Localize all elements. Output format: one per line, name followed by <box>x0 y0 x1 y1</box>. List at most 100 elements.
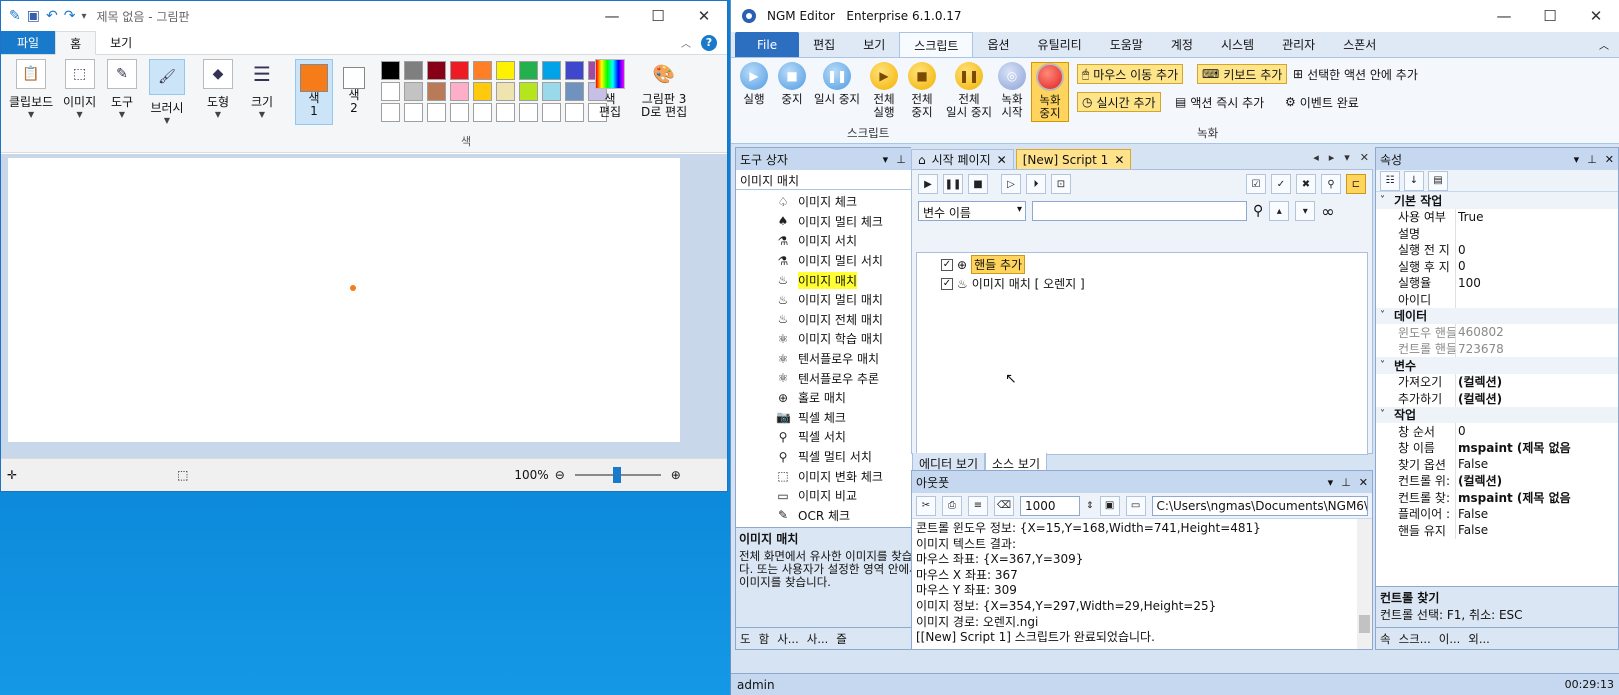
properties-tab-1[interactable]: 스크... <box>1399 631 1431 647</box>
property-row[interactable]: 컨트롤 찾: mspaint (제목 없음 <box>1376 489 1618 506</box>
property-row[interactable]: 핸들 유지 False <box>1376 522 1618 539</box>
toolbox-item[interactable]: ▭ 이미지 비교 <box>736 486 912 506</box>
search-icon[interactable]: ⚲ <box>1253 203 1263 219</box>
panel-dropdown-icon[interactable]: ▾ <box>1574 153 1580 166</box>
property-value[interactable]: (컬렉션) <box>1456 373 1618 390</box>
close-button[interactable]: ✕ <box>681 1 727 31</box>
property-value[interactable]: mspaint (제목 없음 <box>1456 489 1618 506</box>
menu-sponsor[interactable]: 스폰서 <box>1329 32 1390 57</box>
toolbox-item[interactable]: ⚲ 픽셀 서치 <box>736 427 912 447</box>
color-swatch[interactable] <box>496 82 515 101</box>
tree-checkbox[interactable]: ✓ <box>941 258 953 271</box>
minimize-button[interactable]: — <box>589 1 635 31</box>
property-value[interactable]: 723678 <box>1456 342 1618 356</box>
property-row[interactable]: 창 순서 0 <box>1376 423 1618 440</box>
move-up-icon[interactable]: ▴ <box>1269 201 1290 221</box>
property-value[interactable]: False <box>1456 523 1618 537</box>
color-swatch[interactable] <box>542 82 561 101</box>
toolbox-item[interactable]: ⊕ 홀로 매치 <box>736 388 912 408</box>
color-swatch[interactable] <box>565 61 584 80</box>
ngm-close-button[interactable]: ✕ <box>1573 0 1619 32</box>
color1-button[interactable]: 색 1 <box>295 59 333 125</box>
toolbox-tab-2[interactable]: 사... <box>777 631 799 647</box>
tab-start-page[interactable]: ⌂ 시작 페이지 ✕ <box>911 149 1014 169</box>
variable-select[interactable]: 변수 이름 <box>918 201 1026 221</box>
paint3d-button[interactable]: 🎨 그림판 3 D로 편집 <box>641 59 687 119</box>
color-swatch[interactable] <box>565 82 584 101</box>
toolbox-item[interactable]: ⚛ 이미지 학습 매치 <box>736 329 912 349</box>
menu-view[interactable]: 보기 <box>849 32 899 57</box>
move-down-icon[interactable]: ▾ <box>1295 201 1316 221</box>
color-swatch[interactable] <box>542 61 561 80</box>
zoom-out-icon[interactable]: ⊖ <box>555 468 565 482</box>
alphabetical-icon[interactable]: ↓ <box>1404 170 1424 191</box>
pause-all-button[interactable]: ❚❚ 전체 일시 중지 <box>941 62 997 119</box>
color-swatch[interactable] <box>565 103 584 122</box>
color-swatch[interactable] <box>381 82 400 101</box>
edit-colors-button[interactable]: 색 편집 <box>595 59 625 119</box>
eraser-icon[interactable]: ⌫ <box>994 495 1014 516</box>
menu-file[interactable]: File <box>735 32 800 57</box>
property-value[interactable]: True <box>1456 210 1618 224</box>
menu-system[interactable]: 시스템 <box>1207 32 1268 57</box>
color-swatch[interactable] <box>381 103 400 122</box>
property-value[interactable]: 0 <box>1456 259 1618 273</box>
property-value[interactable]: (컬렉션) <box>1456 390 1618 407</box>
color-swatch[interactable] <box>404 103 423 122</box>
output-scrollbar[interactable] <box>1357 519 1372 649</box>
ngm-maximize-button[interactable]: ☐ <box>1527 0 1573 32</box>
color-swatch[interactable] <box>519 82 538 101</box>
infinity-icon[interactable]: ∞ <box>1321 202 1334 221</box>
run-button[interactable]: ▶ 실행 <box>735 62 773 106</box>
property-row[interactable]: 실행율 100 <box>1376 274 1618 291</box>
redo-icon[interactable]: ↷ <box>64 8 76 24</box>
property-row[interactable]: 추가하기 (컬렉션) <box>1376 390 1618 407</box>
property-row[interactable]: 아이디 <box>1376 291 1618 308</box>
tab-left-icon[interactable]: ◂ <box>1313 151 1319 164</box>
property-row[interactable]: 플레이어 : False <box>1376 505 1618 522</box>
property-row[interactable]: 컨트롤 위: (컬렉션) <box>1376 472 1618 489</box>
save-icon[interactable]: ▣ <box>1099 495 1120 516</box>
color-swatch[interactable] <box>450 61 469 80</box>
color-swatch[interactable] <box>473 61 492 80</box>
wrap-icon[interactable]: ≡ <box>968 495 988 516</box>
property-row[interactable]: 설명 <box>1376 225 1618 242</box>
toolbox-item[interactable]: ♤ 이미지 체크 <box>736 192 912 212</box>
add-keyboard-button[interactable]: ⌨ 키보드 추가 <box>1197 64 1288 84</box>
maximize-button[interactable]: ☐ <box>635 1 681 31</box>
menu-edit[interactable]: 편집 <box>799 32 849 57</box>
image-button[interactable]: ⬚ 이미지 ▼ <box>63 59 96 119</box>
property-row[interactable]: 컨트롤 핸들 723678 <box>1376 340 1618 357</box>
pin-icon[interactable]: ⊥ <box>896 153 906 166</box>
toolbox-item[interactable]: ♨ 이미지 전체 매치 <box>736 310 912 330</box>
color2-button[interactable]: 색 2 <box>339 59 369 115</box>
menu-utility[interactable]: 유틸리티 <box>1024 32 1096 57</box>
run-all-button[interactable]: ▶ 전체 실행 <box>865 62 903 119</box>
panel-close-icon[interactable]: ✕ <box>1605 153 1614 166</box>
menu-help[interactable]: 도움말 <box>1096 32 1157 57</box>
stop-icon[interactable]: ■ <box>968 174 988 194</box>
add-action-now-button[interactable]: ▤ 액션 즉시 추가 <box>1171 92 1268 112</box>
panel-close-icon[interactable]: ✕ <box>1359 476 1368 489</box>
property-category[interactable]: ˅ 변수 <box>1376 357 1618 374</box>
zoom-in-icon[interactable]: ⊕ <box>671 468 681 482</box>
categorized-icon[interactable]: ☷ <box>1380 170 1400 191</box>
property-category[interactable]: ˅ 작업 <box>1376 406 1618 423</box>
pause-button[interactable]: ❚❚ 일시 중지 <box>811 62 863 106</box>
search-icon[interactable]: ⚲ <box>1321 174 1341 194</box>
output-path-input[interactable]: C:\Users\ngmas\Documents\NGM6\ <box>1151 495 1368 516</box>
record-stop-button[interactable]: 녹화 중지 <box>1031 62 1069 122</box>
toolbox-item[interactable]: ♨ 이미지 멀티 매치 <box>736 290 912 310</box>
pin-icon[interactable]: ⊥ <box>1341 476 1351 489</box>
zoom-slider[interactable] <box>574 467 661 483</box>
help-icon[interactable]: ? <box>701 34 717 51</box>
toolbox-item[interactable]: ♨ 이미지 매치 <box>736 270 912 290</box>
delete-icon[interactable]: ✖ <box>1296 174 1316 194</box>
menu-options[interactable]: 옵션 <box>973 32 1023 57</box>
save-icon[interactable]: ▣ <box>27 8 40 24</box>
pause-icon[interactable]: ❚❚ <box>943 174 963 194</box>
color-swatch[interactable] <box>496 103 515 122</box>
properties-tab-3[interactable]: 외... <box>1468 631 1490 647</box>
properties-tab-0[interactable]: 속 <box>1380 631 1391 647</box>
close-doc-icon[interactable]: ✕ <box>1360 151 1369 164</box>
